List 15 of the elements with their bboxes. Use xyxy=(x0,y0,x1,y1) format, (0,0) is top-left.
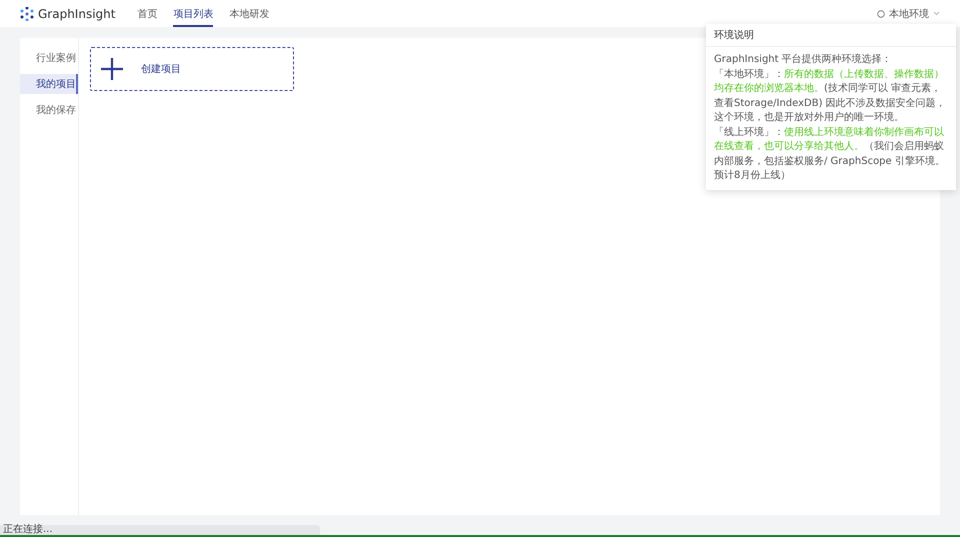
nav-tab[interactable]: 首页 xyxy=(137,0,158,27)
status-bar: 正在连接... xyxy=(0,525,320,535)
logo-text: GraphInsight xyxy=(38,6,116,20)
popover-paragraph: 「本地环境」：所有的数据（上传数据、操作数据）均存在你的浏览器本地。(技术同学可以 审查元素，查看Storage/IndexDB) 因此不涉及数据安全问题，这个环境，也是开放对外用户的唯一环境。 xyxy=(714,68,947,125)
environment-select[interactable]: 本地环境 xyxy=(877,6,940,20)
popover-paragraph: 「线上环境」：使用线上环境意味着你制作画布可以在线查看，也可以分享给其他人。（我们会启用蚂蚁内部服务，包括鉴权服务/ GraphScope 引擎环境。预计8月份上线） xyxy=(714,126,946,183)
create-project-label: 创建项目 xyxy=(141,62,181,76)
sidebar-item[interactable]: 我的保存 xyxy=(20,100,78,120)
popover-paragraph: GraphInsight 平台提供两种环境选择： xyxy=(714,53,893,67)
sidebar-item[interactable]: 行业案例 xyxy=(20,48,78,68)
nav-tab[interactable]: 本地研发 xyxy=(229,0,270,27)
create-project-card[interactable]: 创建项目 xyxy=(90,47,294,91)
sidebar-item[interactable]: 我的项目 xyxy=(20,74,78,94)
nav-tab[interactable]: 项目列表 xyxy=(173,0,214,27)
popover-title: 环境说明 xyxy=(706,24,956,47)
